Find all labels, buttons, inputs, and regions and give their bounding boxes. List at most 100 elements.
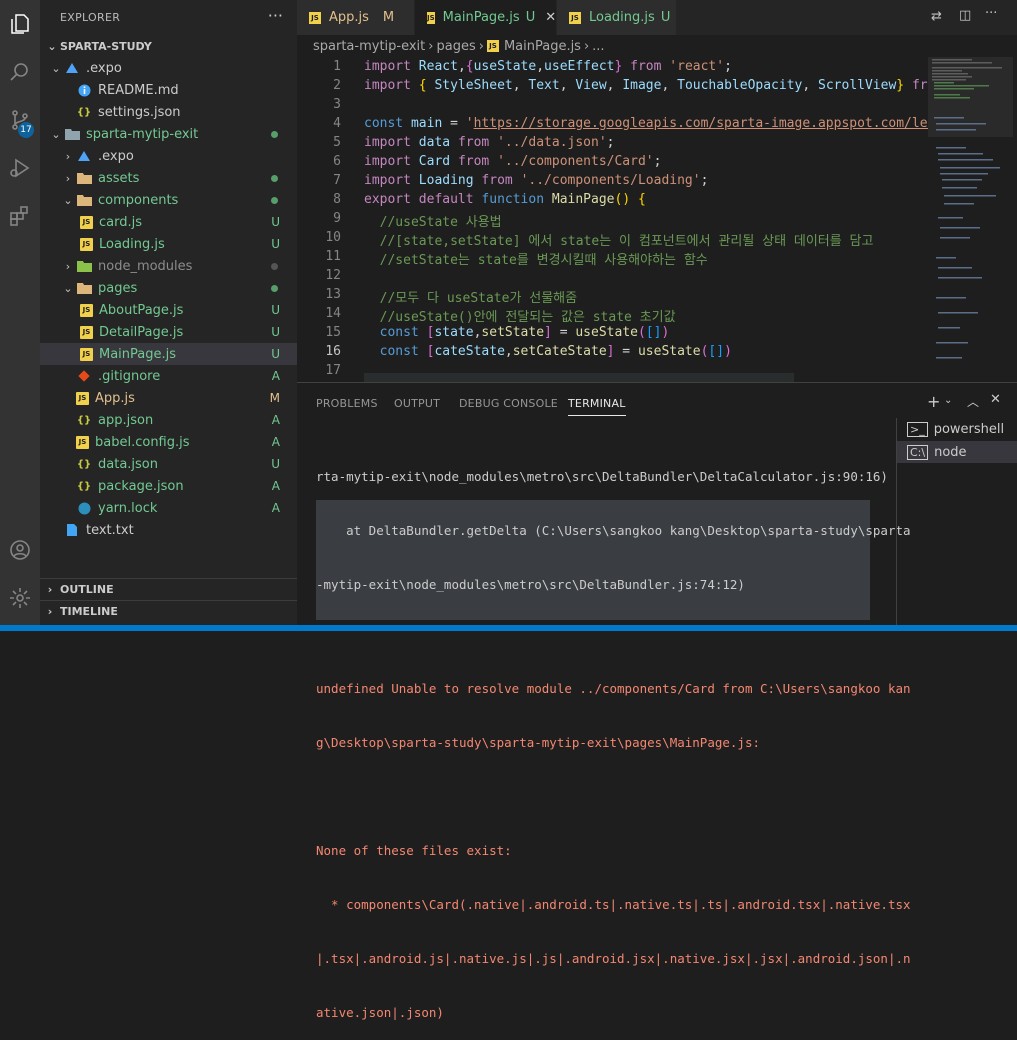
git-status-badge: U xyxy=(271,325,280,339)
close-panel-icon[interactable]: ✕ xyxy=(990,392,1001,407)
breadcrumb-folder[interactable]: pages xyxy=(436,39,475,54)
folder-icon xyxy=(64,126,80,142)
tree-item-label: data.json xyxy=(98,456,158,472)
line-number: 5 xyxy=(333,135,341,150)
more-actions-icon[interactable]: ··· xyxy=(268,6,283,25)
extensions-icon[interactable] xyxy=(0,196,40,236)
tree-item[interactable]: JS MainPage.js U xyxy=(40,343,297,365)
tree-item-label: .expo xyxy=(98,148,134,164)
workspace-root[interactable]: ⌄ SPARTA-STUDY xyxy=(40,35,297,57)
terminal-item-node[interactable]: C:\ node xyxy=(897,441,1017,463)
code-line: const [cateState,setCateState] = useStat… xyxy=(379,344,732,359)
new-terminal-icon[interactable]: + xyxy=(927,392,940,411)
minimap[interactable] xyxy=(928,57,1013,382)
run-debug-icon[interactable] xyxy=(0,148,40,188)
maximize-panel-icon[interactable]: ︿ xyxy=(967,393,979,410)
tab-debug-console[interactable]: DEBUG CONSOLE xyxy=(459,397,558,410)
tree-item[interactable]: {} package.json A xyxy=(40,475,297,497)
tree-item[interactable]: JS Loading.js U xyxy=(40,233,297,255)
timeline-label: TIMELINE xyxy=(60,605,118,618)
tree-item[interactable]: text.txt xyxy=(40,519,297,541)
js-file-icon: JS xyxy=(569,11,581,24)
tree-item[interactable]: › node_modules xyxy=(40,255,297,277)
code-editor[interactable]: 1 2 3 4 5 6 7 8 9 10 11 12 13 14 15 16 17 import React,{… xyxy=(297,57,928,382)
tree-item[interactable]: JS card.js U xyxy=(40,211,297,233)
git-status-badge: A xyxy=(271,501,280,515)
tree-item[interactable]: ⌄ components xyxy=(40,189,297,211)
chevron-down-icon: ⌄ xyxy=(51,127,61,141)
terminal-item-powershell[interactable]: >_ powershell xyxy=(897,418,1017,440)
tab-app-js[interactable]: JS App.js M xyxy=(297,0,415,35)
tree-item[interactable]: JS DetailPage.js U xyxy=(40,321,297,343)
tree-item[interactable]: › assets xyxy=(40,167,297,189)
tab-loading-js[interactable]: JS Loading.js U xyxy=(557,0,677,35)
tree-item[interactable]: JS App.js M xyxy=(40,387,297,409)
git-status-badge: A xyxy=(271,479,280,493)
code-line: const main = 'https://storage.googleapis… xyxy=(364,116,928,131)
tree-item[interactable]: README.md xyxy=(40,79,297,101)
tree-item[interactable]: {} settings.json xyxy=(40,101,297,123)
tree-item-label: babel.config.js xyxy=(95,434,190,450)
explorer-icon[interactable] xyxy=(0,4,40,44)
workspace-root-label: SPARTA-STUDY xyxy=(60,39,152,53)
tree-item[interactable]: JS babel.config.js A xyxy=(40,431,297,453)
breadcrumb-folder[interactable]: sparta-mytip-exit xyxy=(313,39,425,54)
code-line: import Loading from '../components/Loadi… xyxy=(364,173,709,188)
tree-item[interactable]: JS AboutPage.js U xyxy=(40,299,297,321)
tree-item-label: app.json xyxy=(98,412,154,428)
git-icon xyxy=(76,368,92,384)
tree-item-label: MainPage.js xyxy=(99,346,177,362)
js-icon: JS xyxy=(80,347,93,361)
tree-item[interactable]: › .expo xyxy=(40,145,297,167)
explorer-title: EXPLORER xyxy=(60,11,121,24)
tree-item[interactable]: ⌄ .expo xyxy=(40,57,297,79)
tree-item[interactable]: ⌄ sparta-mytip-exit xyxy=(40,123,297,145)
settings-gear-icon[interactable] xyxy=(0,578,40,618)
code-line: //모두 다 useState가 선물해줌 xyxy=(364,291,578,306)
split-editor-icon[interactable]: ◫ xyxy=(959,8,971,23)
account-icon[interactable] xyxy=(0,530,40,570)
tree-item-label: sparta-mytip-exit xyxy=(86,126,199,142)
tab-mainpage-js[interactable]: JS MainPage.js U ✕ xyxy=(415,0,557,35)
breadcrumb-file[interactable]: MainPage.js xyxy=(504,39,581,54)
chevron-right-icon: › xyxy=(65,149,71,163)
tab-output[interactable]: OUTPUT xyxy=(394,397,440,410)
tree-item[interactable]: ⌄ pages xyxy=(40,277,297,299)
json-icon: {} xyxy=(76,458,92,470)
status-dot xyxy=(271,174,278,182)
line-number: 12 xyxy=(325,268,341,283)
tab-terminal[interactable]: TERMINAL xyxy=(568,397,626,416)
terminal-icon: >_ xyxy=(907,421,928,437)
chevron-down-icon[interactable]: ⌄ xyxy=(944,395,952,406)
tree-item[interactable]: yarn.lock A xyxy=(40,497,297,519)
outline-section[interactable]: › OUTLINE xyxy=(40,578,297,600)
timeline-section[interactable]: › TIMELINE xyxy=(40,600,297,622)
search-icon[interactable] xyxy=(0,52,40,92)
js-icon: JS xyxy=(76,391,89,405)
compare-changes-icon[interactable]: ⇄ xyxy=(931,9,942,24)
tree-item[interactable]: {} data.json U xyxy=(40,453,297,475)
git-status-badge: U xyxy=(271,237,280,251)
code-line-partial xyxy=(364,373,794,382)
line-number: 1 xyxy=(333,59,341,74)
git-status-badge: A xyxy=(271,369,280,383)
js-icon: JS xyxy=(80,325,93,339)
js-icon: JS xyxy=(76,435,89,449)
tree-item[interactable]: {} app.json A xyxy=(40,409,297,431)
more-actions-icon[interactable]: ··· xyxy=(985,6,997,21)
error-line: g\Desktop\sparta-study\sparta-mytip-exit… xyxy=(316,735,761,750)
chevron-right-icon: › xyxy=(47,583,53,596)
terminal-name: powershell xyxy=(933,421,1005,437)
close-icon[interactable]: ✕ xyxy=(545,10,556,25)
tree-item-label: pages xyxy=(98,280,138,296)
breadcrumb-symbol[interactable]: ... xyxy=(592,39,604,54)
source-control-icon[interactable]: 17 xyxy=(0,100,40,140)
tree-item[interactable]: .gitignore A xyxy=(40,365,297,387)
error-line: None of these files exist: xyxy=(316,843,512,858)
tab-problems[interactable]: PROBLEMS xyxy=(316,397,378,410)
chevron-down-icon: ⌄ xyxy=(63,193,73,207)
js-file-icon: JS xyxy=(486,40,499,52)
js-file-icon: JS xyxy=(309,11,321,24)
terminal-output[interactable]: rta-mytip-exit\node_modules\metro\src\De… xyxy=(316,432,911,1040)
error-line xyxy=(316,788,870,806)
